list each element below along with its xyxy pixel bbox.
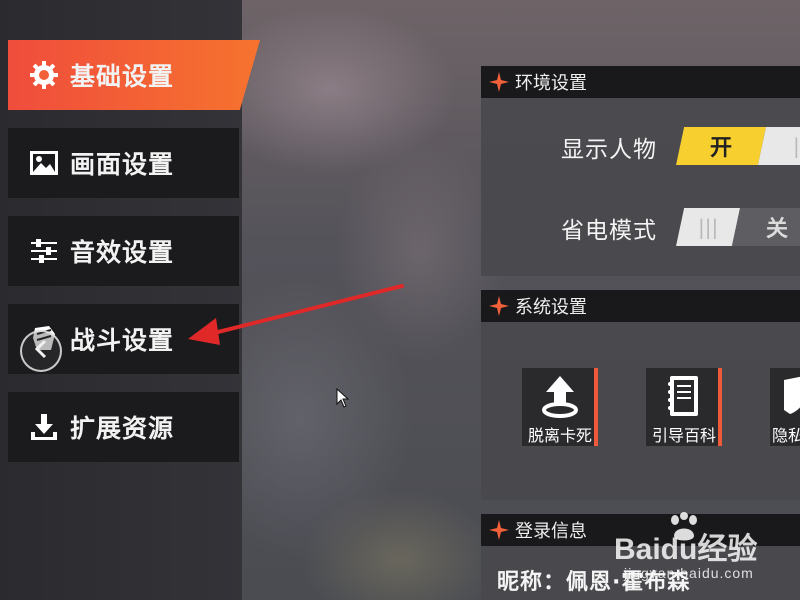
watermark-main: Baidu经验: [614, 533, 758, 566]
sidebar-item-label: 战斗设置: [70, 326, 175, 355]
download-icon: [28, 411, 60, 443]
show-character-toggle[interactable]: 开 |||: [675, 127, 800, 165]
toggle-on-segment[interactable]: 开: [675, 127, 767, 165]
escape-stuck-icon: [542, 376, 578, 418]
star-icon: [489, 520, 509, 540]
gear-icon: [28, 59, 60, 91]
panel-header: 环境设置: [481, 66, 800, 98]
show-character-label: 显示人物: [561, 137, 657, 163]
sidebar-item-label: 画面设置: [70, 150, 175, 179]
power-saving-label: 省电模式: [561, 218, 657, 244]
mouse-cursor-icon: [336, 388, 350, 408]
sliders-icon: [28, 235, 60, 267]
sidebar-item-display-settings[interactable]: 画面设置: [8, 128, 239, 198]
escape-stuck-button[interactable]: 脱离卡死: [522, 368, 598, 446]
star-icon: [489, 72, 509, 92]
sidebar-item-sound-settings[interactable]: 音效设置: [8, 216, 239, 286]
panel-title: 登录信息: [515, 521, 587, 542]
panel-title: 系统设置: [515, 297, 587, 318]
sidebar-item-basic-settings[interactable]: 基础设置: [8, 40, 260, 110]
back-button[interactable]: [20, 330, 62, 372]
panel-header: 系统设置: [481, 290, 800, 322]
panel-title: 环境设置: [515, 73, 587, 94]
sidebar-item-label: 音效设置: [70, 238, 175, 267]
sidebar-item-label: 基础设置: [70, 62, 175, 91]
power-saving-toggle[interactable]: ||| 关: [675, 208, 800, 246]
privacy-button[interactable]: 隐私: [770, 368, 800, 446]
chevron-left-icon: [33, 339, 49, 363]
star-icon: [489, 296, 509, 316]
settings-sidebar: 基础设置 画面设置 音效设置 战斗设置 扩展资源: [0, 0, 260, 600]
shield-icon: [784, 376, 800, 414]
baidu-watermark: Baidu经验 jingyan.baidu.com: [614, 512, 800, 592]
tool-label: 脱离卡死: [527, 426, 592, 445]
toggle-on-segment[interactable]: |||: [675, 208, 741, 246]
sidebar-item-label: 扩展资源: [70, 414, 175, 443]
toggle-off-segment[interactable]: 关: [731, 208, 800, 246]
guidebook-icon: [668, 376, 698, 416]
toggle-off-segment[interactable]: |||: [757, 127, 800, 165]
tool-label: 引导百科: [651, 426, 716, 445]
sidebar-item-extended-resources[interactable]: 扩展资源: [8, 392, 239, 462]
image-icon: [28, 147, 60, 179]
tool-label: 隐私: [772, 426, 800, 445]
guidebook-button[interactable]: 引导百科: [646, 368, 722, 446]
watermark-sub: jingyan.baidu.com: [624, 565, 754, 581]
